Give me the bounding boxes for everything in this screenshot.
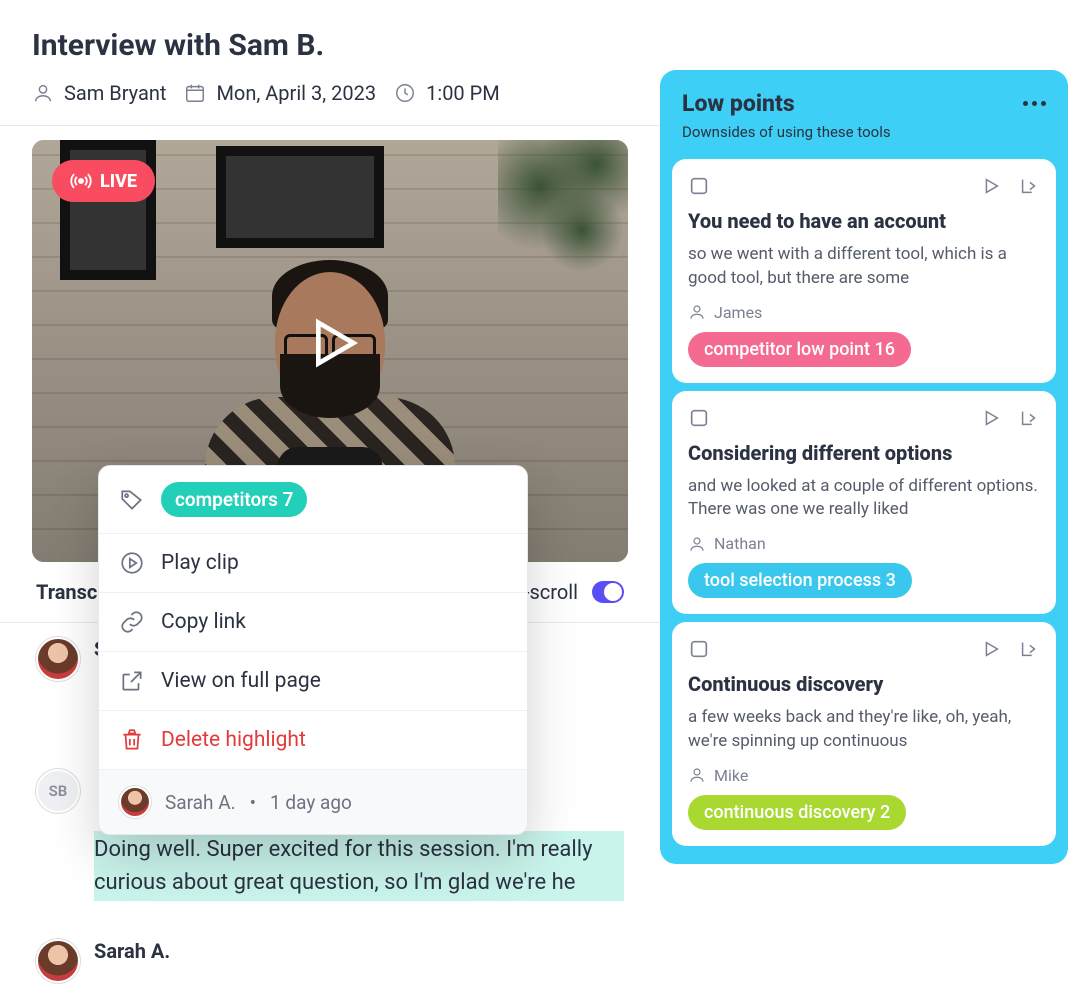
checkbox-icon[interactable] [688, 407, 710, 429]
play-icon[interactable] [980, 638, 1002, 660]
export-icon[interactable] [1018, 175, 1040, 197]
time-meta: 1:00 PM [394, 81, 500, 105]
play-button[interactable] [295, 308, 365, 378]
card-body: and we looked at a couple of different o… [688, 475, 1040, 523]
trash-icon [119, 727, 145, 753]
broadcast-icon [70, 170, 92, 192]
link-icon [119, 609, 145, 635]
panel-subtitle: Downsides of using these tools [670, 121, 1058, 151]
meta-row: Sam Bryant Mon, April 3, 2023 1:00 PM [0, 73, 660, 126]
checkbox-icon[interactable] [688, 638, 710, 660]
tag-icon [119, 487, 145, 513]
low-points-panel: Low points Downsides of using these tool… [660, 70, 1068, 864]
card-body: so we went with a different tool, which … [688, 243, 1040, 291]
card-title: You need to have an account [688, 209, 1040, 233]
card-title: Considering different options [688, 441, 1040, 465]
transcript-row: Sarah A. [0, 925, 660, 997]
panel-title: Low points [682, 90, 795, 117]
participant-meta: Sam Bryant [32, 81, 166, 105]
author-name: James [714, 303, 762, 322]
context-menu: competitors 7 Play clip Copy link View o… [98, 465, 528, 835]
tag-pill[interactable]: competitor low point 16 [688, 332, 911, 367]
context-menu-footer: Sarah A. • 1 day ago [99, 770, 527, 834]
avatar [36, 939, 80, 983]
footer-time: 1 day ago [270, 791, 352, 814]
play-circle-icon [119, 550, 145, 576]
more-icon[interactable] [1023, 101, 1046, 106]
author-name: Nathan [714, 534, 766, 553]
footer-author: Sarah A. [165, 791, 236, 814]
menu-label: Copy link [161, 610, 246, 634]
menu-label: View on full page [161, 669, 321, 693]
author-name: Mike [714, 766, 748, 785]
interview-date: Mon, April 3, 2023 [216, 81, 376, 105]
card-author: Mike [688, 766, 1040, 785]
checkbox-icon[interactable] [688, 175, 710, 197]
card-author: James [688, 303, 1040, 322]
highlighted-transcript[interactable]: Doing well. Super excited for this sessi… [94, 831, 624, 901]
dot-separator: • [250, 791, 256, 814]
page-title: Interview with Sam B. [0, 0, 660, 73]
view-full-page-item[interactable]: View on full page [99, 652, 527, 711]
person-icon [32, 82, 54, 104]
insight-card[interactable]: You need to have an account so we went w… [672, 159, 1056, 383]
insight-card[interactable]: Continuous discovery a few weeks back an… [672, 622, 1056, 846]
calendar-icon [184, 82, 206, 104]
export-icon[interactable] [1018, 407, 1040, 429]
live-badge: LIVE [52, 160, 155, 202]
interview-time: 1:00 PM [426, 81, 500, 105]
speaker-name: Sarah A. [94, 939, 170, 963]
date-meta: Mon, April 3, 2023 [184, 81, 376, 105]
external-link-icon [119, 668, 145, 694]
copy-link-item[interactable]: Copy link [99, 593, 527, 652]
tag-row[interactable]: competitors 7 [99, 466, 527, 534]
play-icon[interactable] [980, 407, 1002, 429]
delete-highlight-item[interactable]: Delete highlight [99, 711, 527, 770]
clock-icon [394, 82, 416, 104]
toggle-switch[interactable] [592, 581, 624, 603]
wall-frame-icon [216, 146, 384, 248]
avatar [36, 637, 80, 681]
avatar-initials: SB [36, 769, 80, 813]
live-label: LIVE [100, 171, 137, 192]
menu-label: Play clip [161, 551, 239, 575]
card-title: Continuous discovery [688, 672, 1040, 696]
card-body: a few weeks back and they're like, oh, y… [688, 706, 1040, 754]
person-icon [688, 535, 706, 553]
export-icon[interactable] [1018, 638, 1040, 660]
plant-icon [498, 140, 628, 340]
card-author: Nathan [688, 534, 1040, 553]
tag-pill[interactable]: continuous discovery 2 [688, 795, 906, 830]
person-icon [688, 303, 706, 321]
insight-card[interactable]: Considering different options and we loo… [672, 391, 1056, 615]
participant-name: Sam Bryant [64, 81, 166, 105]
tag-pill[interactable]: competitors 7 [161, 482, 307, 517]
play-clip-item[interactable]: Play clip [99, 534, 527, 593]
menu-label: Delete highlight [161, 728, 306, 752]
play-icon [295, 308, 365, 378]
play-icon[interactable] [980, 175, 1002, 197]
tag-pill[interactable]: tool selection process 3 [688, 563, 912, 598]
person-icon [688, 766, 706, 784]
avatar [119, 786, 151, 818]
